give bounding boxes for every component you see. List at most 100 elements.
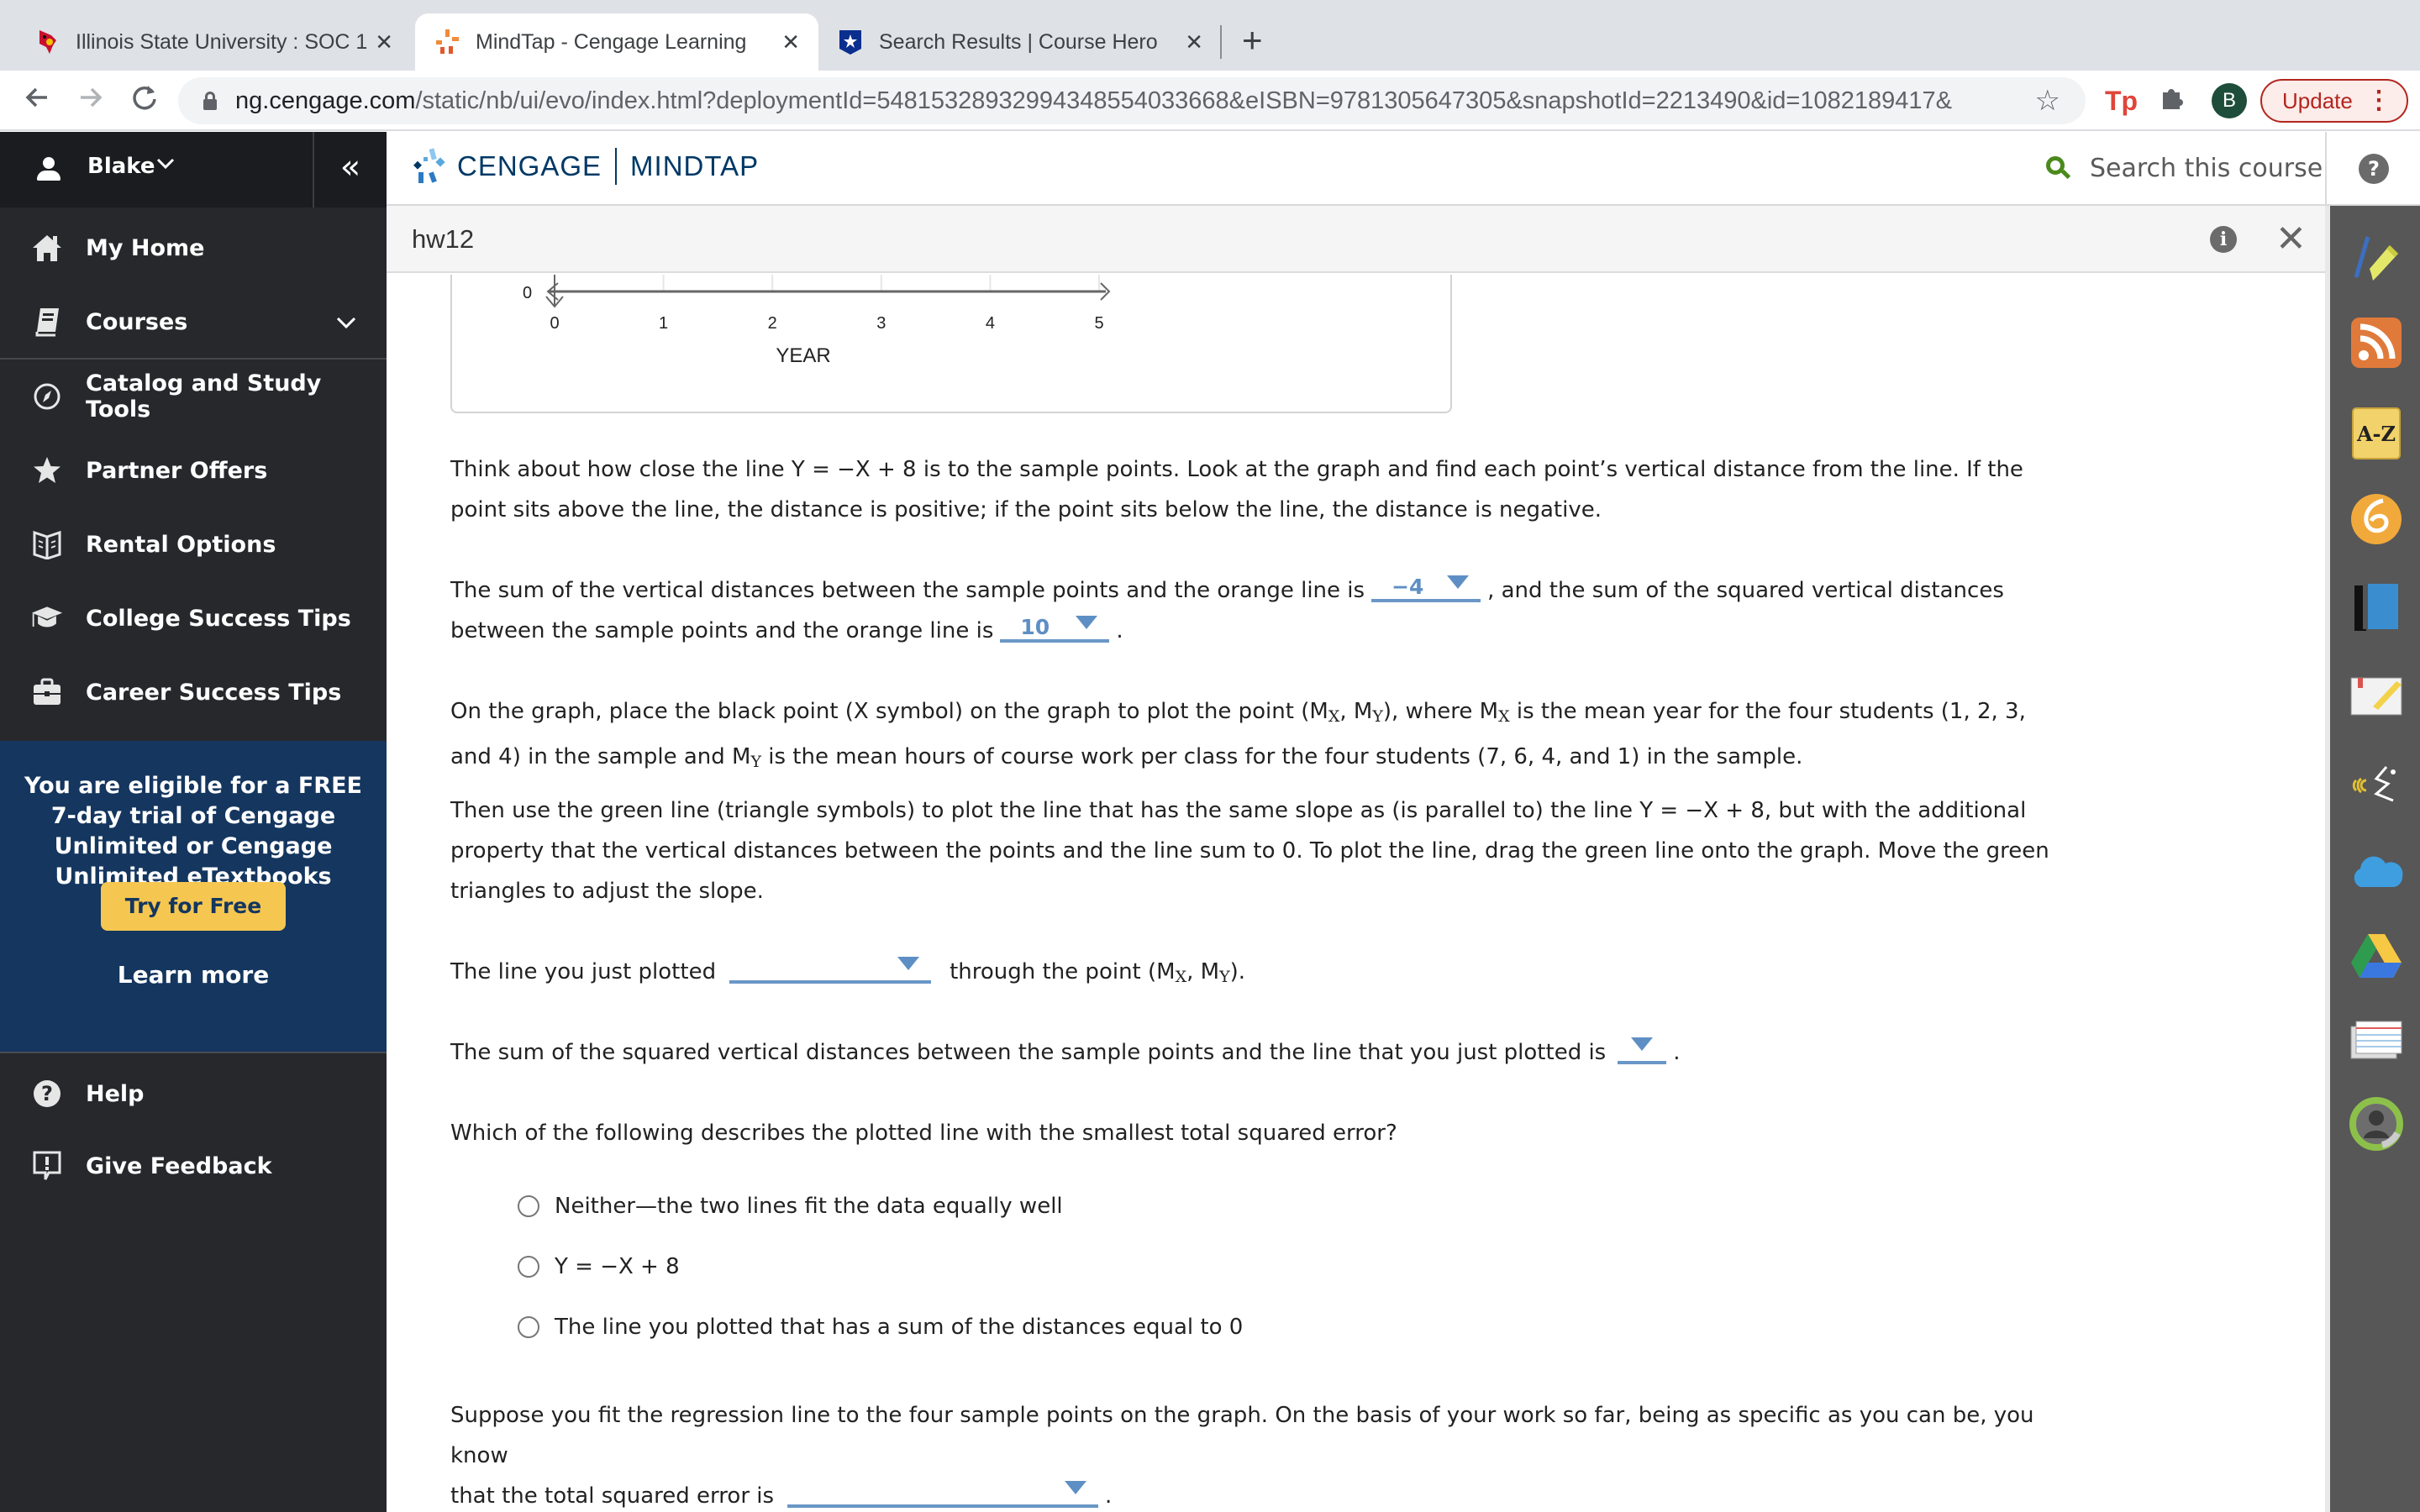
update-button[interactable]: Update ⋮	[2260, 79, 2408, 123]
forward-arrow-icon[interactable]	[72, 82, 109, 120]
radio-button[interactable]	[518, 1195, 539, 1217]
google-drive-icon[interactable]	[2349, 928, 2404, 984]
browser-tab-mindtap[interactable]: MindTap - Cengage Learning ✕	[415, 13, 818, 71]
compass-icon	[30, 380, 64, 413]
instruction-paragraph: Think about how close the line Y = −X + …	[450, 457, 2023, 522]
sidebar-item-college-success[interactable]: College Success Tips	[0, 581, 387, 655]
sum-squared-distances-dropdown[interactable]: 10	[1000, 612, 1110, 643]
x-tick-label: 2	[768, 314, 777, 333]
sidebar-item-label: Help	[86, 1080, 145, 1107]
sidebar-item-catalog[interactable]: Catalog and Study Tools	[0, 360, 387, 433]
subscript-y: Y	[1372, 707, 1383, 726]
ebook-icon[interactable]	[2349, 580, 2404, 635]
question-text: , and the sum of the squared vertical di…	[1487, 578, 2004, 603]
squared-distance-dropdown[interactable]	[1618, 1034, 1667, 1064]
radio-button[interactable]	[518, 1316, 539, 1338]
brand-cengage: CENGAGE	[457, 150, 602, 181]
question-circle-icon: ?	[2359, 154, 2389, 184]
mindtap-icon	[434, 29, 460, 55]
sidebar-item-rental-options[interactable]: Rental Options	[0, 507, 387, 581]
radio-button[interactable]	[518, 1256, 539, 1278]
sum-distances-dropdown[interactable]: −4	[1371, 572, 1481, 602]
total-squared-error-dropdown[interactable]	[787, 1478, 1099, 1508]
question-text: , M	[1339, 699, 1373, 724]
address-bar[interactable]: ng.cengage.com/static/nb/ui/evo/index.ht…	[178, 77, 2086, 124]
line-through-question: The line you just plotted through the poi…	[450, 952, 2064, 997]
question-text: On the graph, place the black point (X s…	[450, 699, 1328, 724]
rss-icon[interactable]	[2349, 315, 2404, 370]
collapse-sidebar-button[interactable]: «	[313, 132, 387, 207]
sidebar-item-give-feedback[interactable]: Give Feedback	[0, 1129, 387, 1203]
feedback-icon	[30, 1149, 64, 1183]
app-dock: A-Z	[2325, 206, 2420, 1512]
chevron-down-icon[interactable]	[336, 310, 356, 333]
book-icon	[30, 305, 64, 339]
reload-icon[interactable]	[126, 82, 163, 120]
header-help-button[interactable]: ?	[2325, 132, 2420, 206]
subscript-x: X	[1498, 707, 1510, 726]
bookmark-star-icon[interactable]: ☆	[2035, 84, 2060, 118]
option-plotted-line[interactable]: The line you plotted that has a sum of t…	[518, 1315, 1243, 1340]
flashcards-icon[interactable]	[2349, 1012, 2404, 1068]
back-arrow-icon[interactable]	[18, 82, 55, 120]
sidebar-item-career-success[interactable]: Career Success Tips	[0, 655, 387, 729]
browser-toolbar: ng.cengage.com/static/nb/ui/evo/index.ht…	[0, 71, 2420, 131]
browser-tab-strip: Illinois State University : SOC 1 ✕ Mind…	[0, 0, 2420, 71]
sidebar-item-partner-offers[interactable]: Partner Offers	[0, 433, 387, 507]
option-neither[interactable]: Neither—the two lines fit the data equal…	[518, 1194, 1063, 1219]
more-menu-icon[interactable]: ⋮	[2366, 86, 2391, 115]
close-activity-button[interactable]: ✕	[2275, 218, 2307, 260]
briefcase-icon	[30, 675, 64, 709]
user-name: Blake	[87, 154, 155, 179]
new-tab-button[interactable]: +	[1242, 20, 1263, 60]
promo-text: You are eligible for a FREE 7-day trial …	[24, 773, 362, 890]
dropdown-value: 10	[1020, 615, 1050, 639]
sidebar-item-label: Rental Options	[86, 531, 276, 558]
subscript-x: X	[1328, 707, 1340, 726]
profile-avatar[interactable]: B	[2212, 83, 2247, 118]
dropdown-arrow-icon	[1076, 616, 1098, 629]
highlighter-icon[interactable]	[2349, 231, 2404, 286]
help-icon: ?	[30, 1077, 64, 1110]
question-text: between the sample points and the orange…	[450, 618, 994, 643]
profile-progress-icon[interactable]	[2349, 1096, 2404, 1152]
subscript-y: Y	[1219, 968, 1230, 986]
option-orange-line[interactable]: Y = −X + 8	[518, 1254, 680, 1279]
try-for-free-button[interactable]: Try for Free	[101, 882, 286, 931]
info-icon[interactable]: i	[2210, 226, 2237, 253]
onedrive-icon[interactable]	[2349, 844, 2404, 900]
sidebar-item-label: Career Success Tips	[86, 679, 342, 706]
tab-close-button[interactable]: ✕	[375, 29, 393, 55]
question-text: The sum of the squared vertical distance…	[450, 1040, 1607, 1065]
update-label: Update	[2282, 87, 2353, 113]
period: .	[1673, 1040, 1681, 1065]
sidebar-item-my-home[interactable]: My Home	[0, 211, 387, 285]
brand-mindtap: MINDTAP	[630, 150, 760, 181]
distance-sum-question: The sum of the vertical distances betwee…	[450, 570, 2064, 651]
user-icon	[37, 157, 60, 182]
cengage-mindtap-logo[interactable]: CENGAGE MINDTAP	[412, 147, 759, 186]
tab-close-button[interactable]: ✕	[1185, 29, 1203, 55]
readspeaker-icon[interactable]	[2349, 756, 2404, 811]
cengage-6-icon[interactable]	[2349, 491, 2404, 547]
browser-tab-coursehero[interactable]: Search Results | Course Hero ✕	[818, 13, 1222, 71]
scatter-graph[interactable]: 00 1 2 3 4 5 YEAR	[452, 275, 1454, 413]
dropdown-value: −4	[1392, 575, 1424, 599]
line-through-dropdown[interactable]	[729, 953, 932, 984]
tp-extension-icon[interactable]: Tp	[2105, 86, 2138, 117]
sidebar-item-label: Catalog and Study Tools	[86, 370, 322, 423]
tab-close-button[interactable]: ✕	[781, 29, 800, 55]
learn-more-link[interactable]: Learn more	[0, 961, 387, 989]
course-search[interactable]: Search this course	[2046, 154, 2323, 183]
redbird-icon	[34, 29, 60, 55]
extensions-puzzle-icon[interactable]	[2158, 84, 2186, 120]
question-text: and 4) in the sample and M	[450, 744, 751, 769]
notebook-icon[interactable]	[2349, 668, 2404, 723]
graduation-cap-icon	[30, 601, 64, 635]
sidebar-item-courses[interactable]: Courses	[0, 285, 387, 359]
browser-tab-isu[interactable]: Illinois State University : SOC 1 ✕	[15, 13, 412, 71]
glossary-az-icon[interactable]: A-Z	[2349, 406, 2404, 461]
tab-title: MindTap - Cengage Learning	[476, 29, 747, 54]
sidebar-item-help[interactable]: ? Help	[0, 1057, 387, 1131]
user-menu[interactable]: Blake «	[0, 132, 387, 207]
